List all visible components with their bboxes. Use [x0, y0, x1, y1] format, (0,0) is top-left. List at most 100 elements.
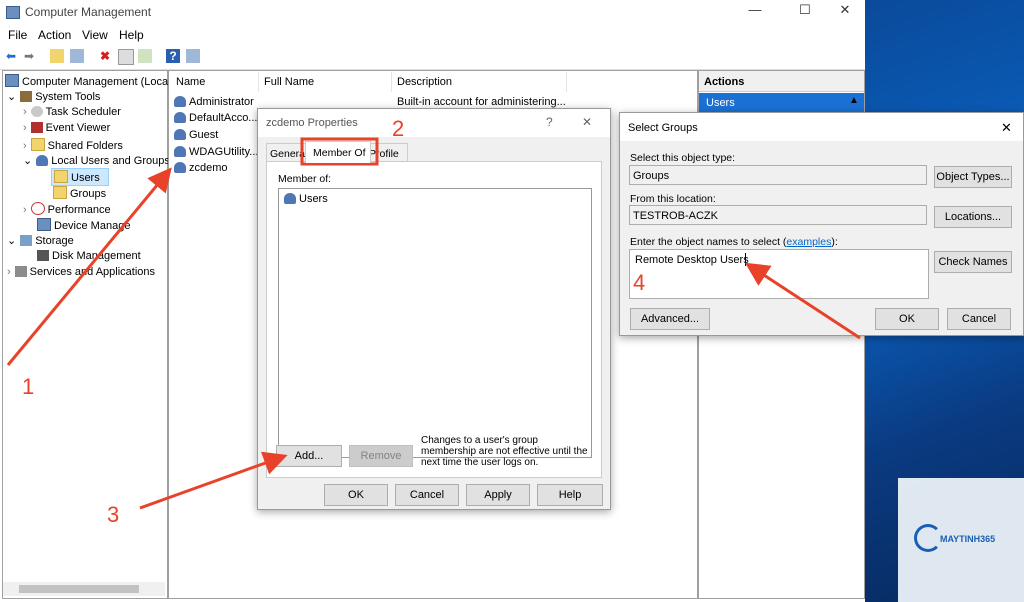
- list-item[interactable]: WDAGUtility...: [174, 146, 258, 158]
- column-description[interactable]: Description: [397, 76, 452, 88]
- user-icon: [174, 146, 186, 157]
- tree-disk-management[interactable]: Disk Management: [37, 250, 141, 262]
- minimize-button[interactable]: —: [740, 2, 770, 22]
- properties-icon[interactable]: [118, 49, 134, 65]
- event-viewer-icon: [30, 122, 43, 133]
- apply-button[interactable]: Apply: [466, 484, 530, 506]
- users-groups-icon: [36, 155, 49, 166]
- show-hide-tree-icon[interactable]: [70, 49, 84, 63]
- member-of-list[interactable]: Users: [278, 188, 592, 458]
- menu-file[interactable]: File: [8, 28, 27, 42]
- performance-icon: [30, 202, 45, 215]
- tree-label: Device Manage: [54, 220, 131, 232]
- column-divider: [566, 72, 567, 92]
- tree-label: Performance: [47, 204, 111, 216]
- examples-link[interactable]: examples: [786, 236, 831, 248]
- expanded-chevron-icon[interactable]: ⌄: [7, 235, 16, 247]
- column-divider: [258, 72, 259, 92]
- collapsed-chevron-icon[interactable]: ›: [7, 266, 11, 278]
- tree-device-manager[interactable]: Device Manage: [37, 218, 130, 232]
- expanded-chevron-icon[interactable]: ⌄: [7, 91, 16, 103]
- remove-button[interactable]: Remove: [349, 445, 413, 467]
- close-button[interactable]: ✕: [830, 2, 860, 22]
- properties-dialog: zcdemo Properties ? ✕ General Member Of …: [257, 108, 611, 510]
- locations-button[interactable]: Locations...: [934, 206, 1012, 228]
- ok-button[interactable]: OK: [875, 308, 939, 330]
- actions-section-label: Users: [706, 97, 735, 109]
- shared-folder-icon: [30, 138, 45, 151]
- collapse-up-icon[interactable]: ▲: [849, 95, 859, 106]
- forward-icon[interactable]: ➡: [22, 49, 36, 63]
- object-types-button[interactable]: Object Types...: [934, 166, 1012, 188]
- scroll-thumb[interactable]: [19, 585, 139, 593]
- menu-help[interactable]: Help: [119, 28, 144, 42]
- tree-services-applications[interactable]: › Services and Applications: [7, 266, 155, 278]
- tab-label: Profile: [369, 148, 399, 160]
- tab-profile[interactable]: Profile: [368, 143, 408, 162]
- object-type-field: Groups: [629, 165, 927, 185]
- tab-member-of[interactable]: Member Of: [305, 141, 371, 163]
- device-manager-icon: [37, 218, 51, 231]
- advanced-button[interactable]: Advanced...: [630, 308, 710, 330]
- tree-local-users-groups[interactable]: ⌄ Local Users and Groups: [23, 154, 170, 167]
- list-item[interactable]: Administrator: [174, 96, 254, 108]
- tab-label: General: [270, 148, 308, 160]
- list-item[interactable]: Guest: [174, 129, 218, 141]
- help-button[interactable]: Help: [537, 484, 603, 506]
- tree-root[interactable]: Computer Management (Local: [5, 74, 171, 88]
- list-item[interactable]: Users: [284, 193, 328, 205]
- back-icon[interactable]: ⬅: [4, 49, 18, 63]
- tree-groups[interactable]: Groups: [53, 186, 106, 200]
- user-icon: [174, 162, 186, 173]
- action-pane-icon[interactable]: [186, 49, 200, 63]
- tree-label: Users: [71, 172, 100, 184]
- tree-event-viewer[interactable]: › Event Viewer: [23, 122, 110, 134]
- tab-general[interactable]: General: [266, 143, 308, 162]
- tree-horizontal-scrollbar[interactable]: [3, 582, 165, 596]
- expanded-chevron-icon[interactable]: ⌄: [23, 155, 32, 167]
- tree-users-selected[interactable]: Users: [51, 168, 109, 186]
- tree-shared-folders[interactable]: › Shared Folders: [23, 138, 123, 152]
- collapsed-chevron-icon[interactable]: ›: [23, 204, 27, 216]
- collapsed-chevron-icon[interactable]: ›: [23, 140, 27, 152]
- close-icon[interactable]: ✕: [1001, 120, 1012, 136]
- menu-view[interactable]: View: [82, 28, 108, 42]
- tools-icon: [20, 91, 33, 102]
- column-full-name[interactable]: Full Name: [264, 76, 314, 88]
- folder-icon: [53, 186, 67, 199]
- menu-bar: File Action View Help: [0, 25, 865, 45]
- column-name[interactable]: Name: [176, 76, 205, 88]
- export-list-icon[interactable]: [138, 49, 152, 63]
- actions-section-users[interactable]: Users ▲: [699, 93, 864, 113]
- check-names-button[interactable]: Check Names: [934, 251, 1012, 273]
- tree-task-scheduler[interactable]: › Task Scheduler: [23, 106, 121, 118]
- cancel-button[interactable]: Cancel: [395, 484, 459, 506]
- collapsed-chevron-icon[interactable]: ›: [23, 122, 27, 134]
- list-item[interactable]: DefaultAcco...: [174, 112, 257, 124]
- user-icon: [174, 129, 186, 140]
- tree-storage[interactable]: ⌄ Storage: [7, 234, 74, 247]
- add-button[interactable]: Add...: [276, 445, 342, 467]
- user-name: WDAGUtility...: [189, 146, 259, 158]
- properties-title-bar: zcdemo Properties ? ✕: [258, 109, 610, 137]
- tree-system-tools[interactable]: ⌄ System Tools: [7, 90, 100, 103]
- object-names-input[interactable]: Remote Desktop Users: [629, 249, 929, 299]
- step-number-1: 1: [22, 374, 35, 399]
- tree-label: Computer Management (Local: [22, 76, 171, 88]
- delete-icon[interactable]: ✖: [98, 49, 112, 63]
- tree-performance[interactable]: › Performance: [23, 202, 111, 216]
- ok-button[interactable]: OK: [324, 484, 388, 506]
- close-icon[interactable]: ✕: [582, 115, 592, 129]
- help-icon[interactable]: ?: [546, 115, 553, 129]
- collapsed-chevron-icon[interactable]: ›: [23, 106, 27, 118]
- maximize-button[interactable]: ☐: [790, 2, 820, 22]
- user-name: Administrator: [189, 96, 254, 108]
- tree-label: System Tools: [35, 91, 101, 103]
- help-icon[interactable]: ?: [166, 49, 180, 63]
- tree-label: Services and Applications: [29, 266, 156, 278]
- list-item[interactable]: zcdemo: [174, 162, 228, 174]
- menu-action[interactable]: Action: [38, 28, 71, 42]
- up-folder-icon[interactable]: [50, 49, 64, 63]
- select-groups-title: Select Groups: [628, 122, 698, 134]
- cancel-button[interactable]: Cancel: [947, 308, 1011, 330]
